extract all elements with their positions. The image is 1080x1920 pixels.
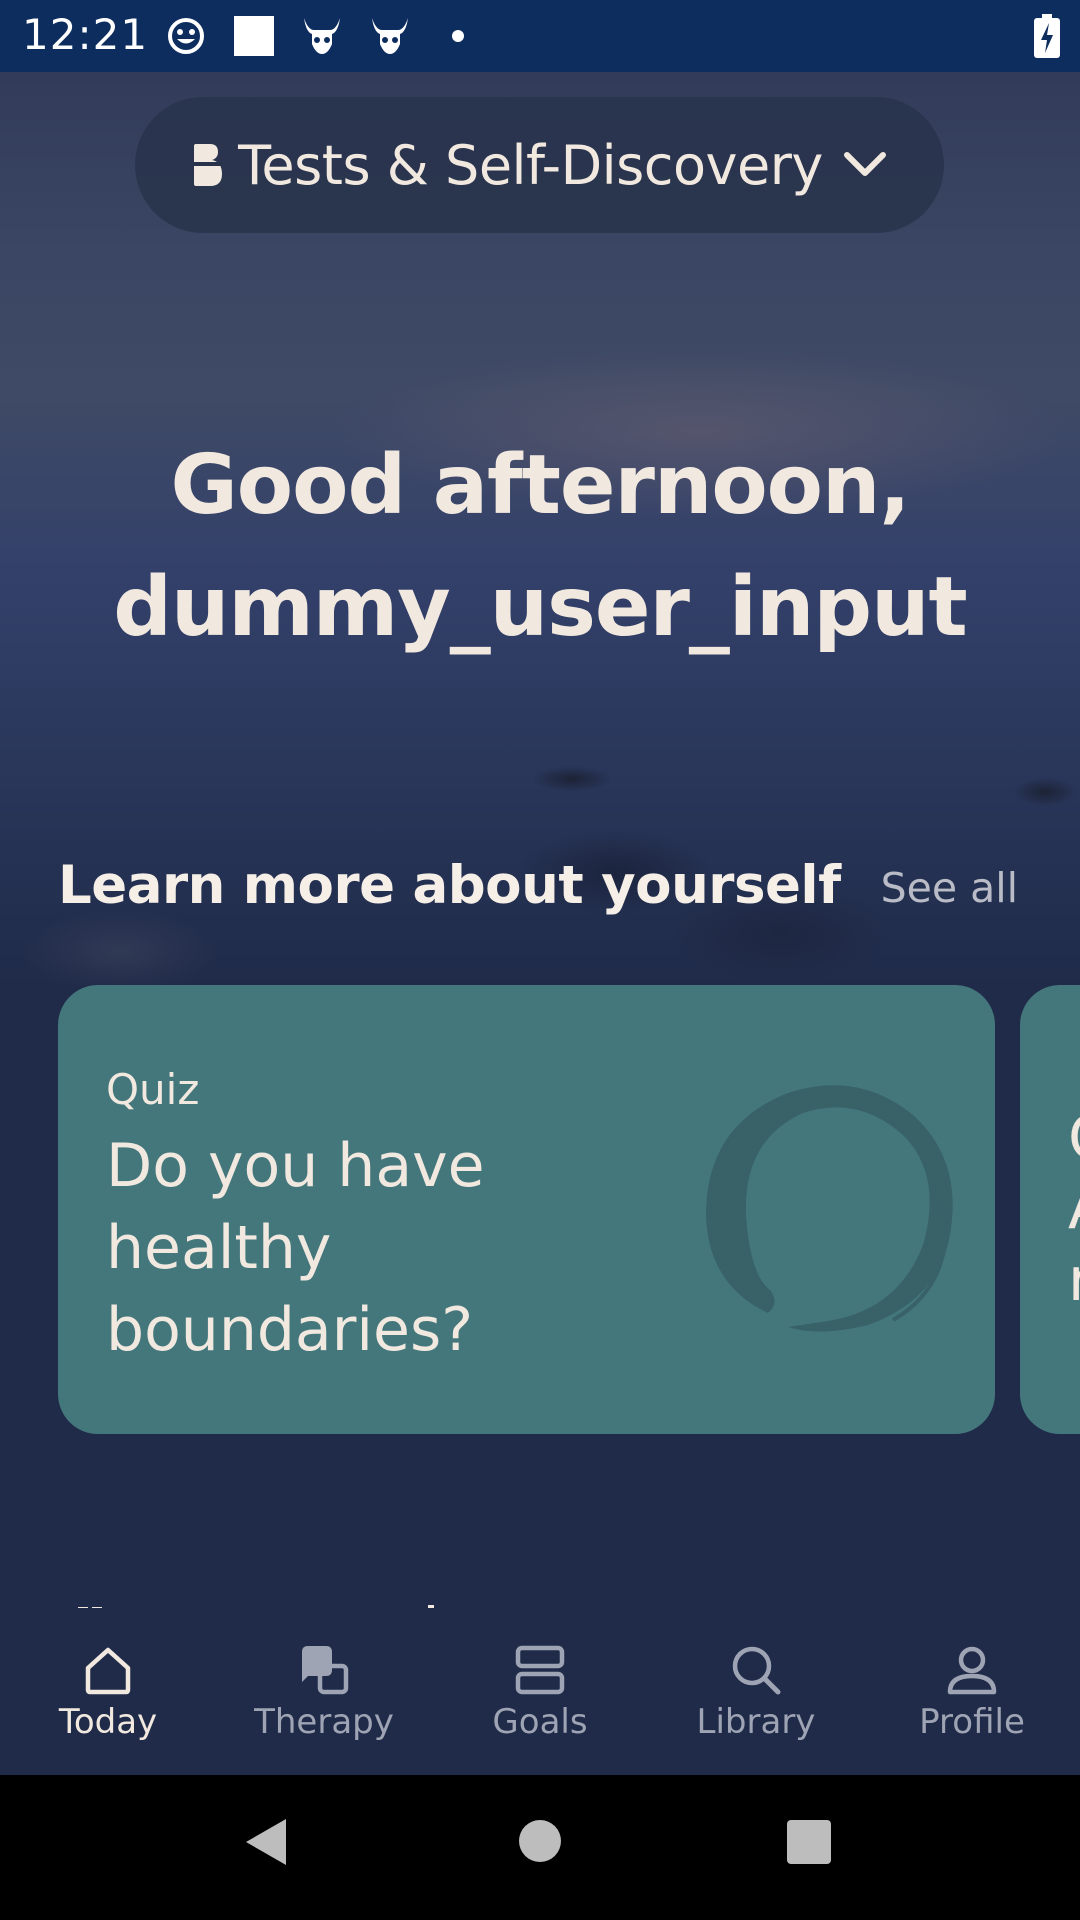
goals-icon <box>515 1645 565 1695</box>
greeting-username: dummy_user_input <box>113 560 967 655</box>
white-square-icon <box>230 12 278 60</box>
greeting: Good afternoon, dummy_user_input <box>0 425 1080 669</box>
nav-item-profile[interactable]: Profile <box>864 1608 1080 1775</box>
nav-label-today: Today <box>58 1702 158 1742</box>
card-partial-title-1: A <box>1068 1173 1080 1243</box>
see-all-link[interactable]: See all <box>881 864 1018 912</box>
quiz-card[interactable]: Quiz Do you have healthy boundaries? <box>58 985 995 1434</box>
greeting-line-1: Good afternoon, <box>170 438 910 533</box>
recents-icon[interactable] <box>786 1819 832 1865</box>
chat-bubbles-icon <box>302 1646 349 1695</box>
category-selector[interactable]: Tests & Self-Discovery <box>135 97 944 233</box>
nav-label-therapy: Therapy <box>254 1702 394 1742</box>
nav-label-profile: Profile <box>919 1702 1025 1742</box>
back-icon[interactable] <box>242 1815 290 1869</box>
bottom-nav: Today Therapy Goals Library Profile <box>0 1608 1080 1775</box>
app-logo-icon <box>194 144 223 186</box>
viking-app-icon <box>366 12 414 60</box>
nav-label-goals: Goals <box>492 1702 588 1742</box>
system-nav-bar <box>0 1775 1080 1920</box>
card-type: Quiz <box>106 1065 200 1114</box>
home-icon <box>85 1647 131 1695</box>
status-bar: 12:21 <box>0 0 1080 72</box>
viking-app-icon <box>298 12 346 60</box>
nav-item-library[interactable]: Library <box>648 1608 864 1775</box>
nav-item-today[interactable]: Today <box>0 1608 216 1775</box>
search-icon <box>732 1646 781 1695</box>
card-partial-title-2: r <box>1068 1245 1080 1315</box>
nav-item-goals[interactable]: Goals <box>432 1608 648 1775</box>
home-button-icon[interactable] <box>518 1819 562 1863</box>
nav-label-library: Library <box>696 1702 816 1742</box>
person-icon <box>947 1646 997 1695</box>
quiz-card-partial[interactable]: Q A r <box>1020 985 1080 1434</box>
next-section-heading-partial <box>78 1600 448 1608</box>
emoji-icon <box>162 12 210 60</box>
nav-item-therapy[interactable]: Therapy <box>216 1608 432 1775</box>
chevron-down-icon <box>843 152 886 176</box>
status-icons <box>162 12 482 60</box>
status-time: 12:21 <box>22 10 149 59</box>
card-partial-type: Q <box>1068 1103 1080 1173</box>
battery-charging-icon <box>1034 14 1060 58</box>
category-label: Tests & Self-Discovery <box>238 133 823 197</box>
section-title: Learn more about yourself <box>58 855 841 916</box>
dot-icon <box>434 12 482 60</box>
enso-circle-icon <box>706 1085 953 1332</box>
card-title: Do you have healthy boundaries? <box>106 1131 485 1365</box>
